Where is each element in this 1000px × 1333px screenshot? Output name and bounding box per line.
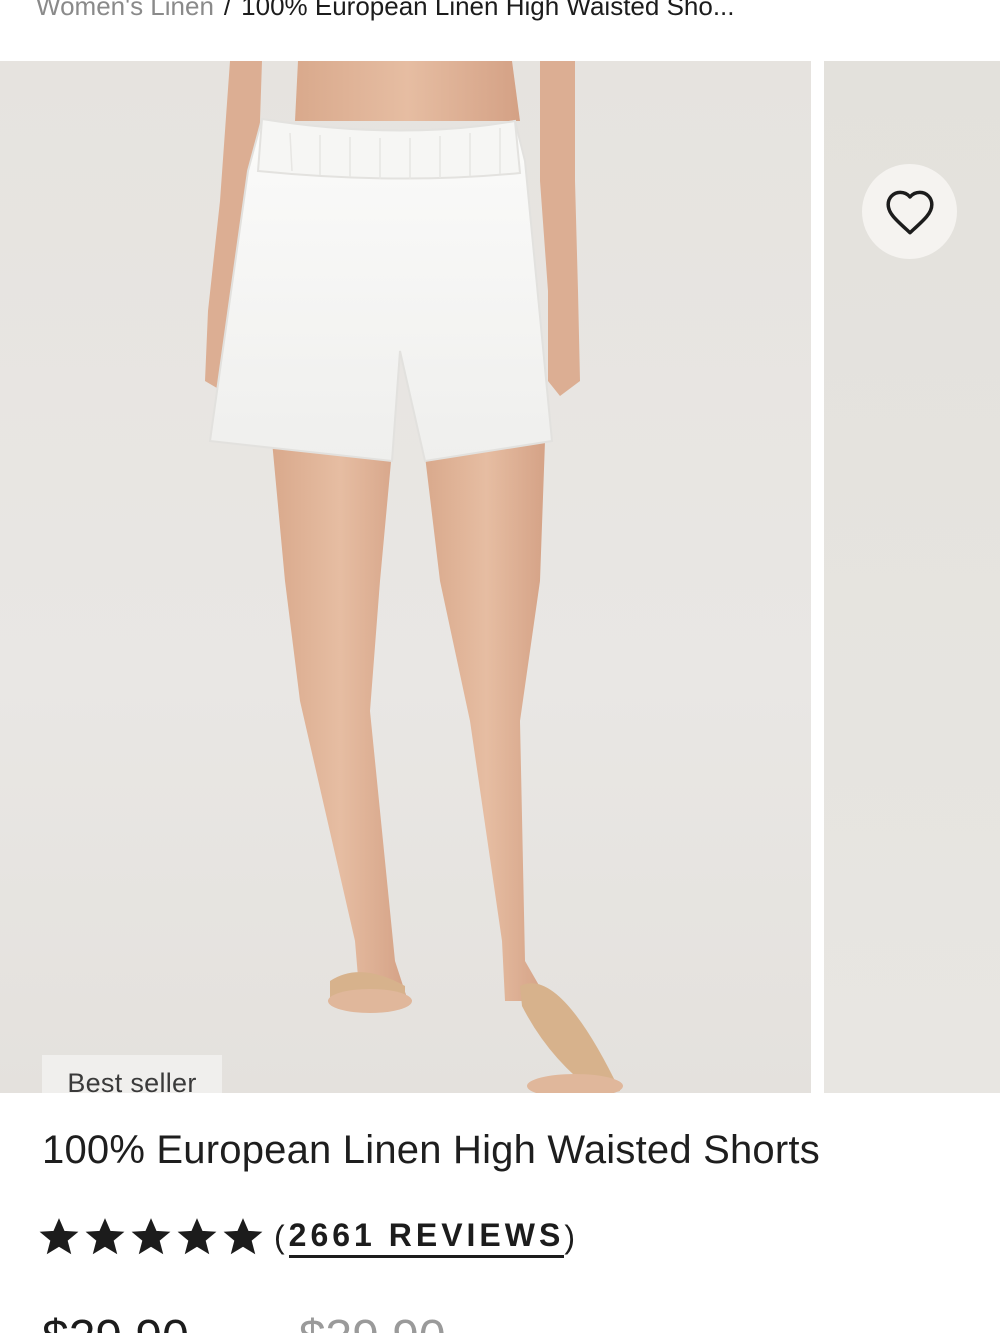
- best-seller-badge-label: Best seller: [67, 1068, 197, 1093]
- product-title: 100% European Linen High Waisted Shorts: [42, 1128, 820, 1172]
- breadcrumb-current: 100% European Linen High Waisted Sho...: [241, 0, 735, 21]
- product-image-gallery[interactable]: Best seller: [0, 61, 1000, 1093]
- wishlist-button[interactable]: [862, 164, 957, 259]
- reviews-link[interactable]: ( 2661 REVIEWS ): [274, 1217, 579, 1258]
- star-icon: [39, 1218, 79, 1255]
- breadcrumb-separator: /: [223, 0, 232, 21]
- star-icon: [131, 1218, 171, 1255]
- product-photo-illustration: [205, 61, 623, 1093]
- price-current: $29.90: [42, 1310, 189, 1333]
- reviews-paren-open: (: [274, 1218, 289, 1255]
- best-seller-badge: Best seller: [42, 1055, 222, 1093]
- product-image-main[interactable]: Best seller: [0, 61, 811, 1093]
- star-rating: [38, 1216, 264, 1258]
- heart-outline-icon: [885, 190, 934, 234]
- breadcrumb-link-womens-linen[interactable]: Women's Linen: [36, 0, 214, 22]
- breadcrumb: Women's Linen / 100% European Linen High…: [36, 0, 956, 26]
- star-icon: [223, 1218, 263, 1255]
- reviews-paren-close: ): [564, 1218, 579, 1255]
- product-prices: $29.90 $39.90: [42, 1310, 446, 1333]
- reviews-count[interactable]: 2661 REVIEWS: [288, 1217, 565, 1258]
- product-rating[interactable]: ( 2661 REVIEWS ): [38, 1212, 579, 1262]
- price-original: $39.90: [299, 1310, 446, 1333]
- star-icon: [85, 1218, 125, 1255]
- star-icon: [177, 1218, 217, 1255]
